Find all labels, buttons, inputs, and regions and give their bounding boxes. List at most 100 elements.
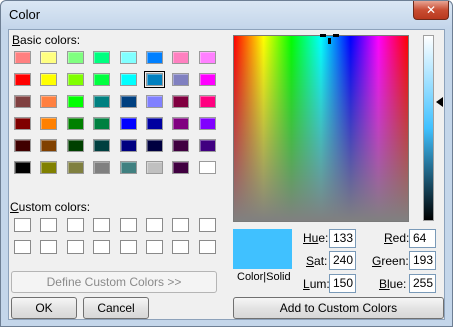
custom-color-swatch[interactable] — [93, 218, 111, 232]
basic-color-swatch[interactable] — [40, 95, 58, 108]
basic-color-swatch[interactable] — [66, 117, 84, 130]
basic-color-swatch[interactable] — [172, 117, 190, 130]
custom-color-swatch[interactable] — [198, 218, 216, 232]
ok-button[interactable]: OK — [11, 297, 77, 319]
basic-color-swatch[interactable] — [93, 117, 111, 130]
basic-color-swatch[interactable] — [119, 95, 137, 108]
basic-color-swatch[interactable] — [172, 51, 190, 64]
basic-color-swatch[interactable] — [172, 95, 190, 108]
basic-color-swatch[interactable] — [198, 139, 216, 152]
green-label-key: G — [372, 254, 382, 268]
sat-label-key: S — [306, 254, 315, 268]
custom-color-swatch[interactable] — [14, 240, 31, 254]
define-custom-colors-button[interactable]: Define Custom Colors >> — [11, 271, 217, 293]
cancel-button[interactable]: Cancel — [83, 297, 149, 319]
basic-color-swatch[interactable] — [40, 73, 58, 86]
color-solid-label: Color|Solid — [237, 271, 291, 283]
basic-color-swatch[interactable] — [119, 117, 137, 130]
basic-color-swatch[interactable] — [14, 95, 31, 108]
basic-color-swatch[interactable] — [14, 117, 31, 130]
basic-color-swatch[interactable] — [40, 139, 58, 152]
basic-color-swatch[interactable] — [66, 139, 84, 152]
basic-color-swatch[interactable] — [14, 51, 31, 64]
basic-color-swatch[interactable] — [198, 51, 216, 64]
basic-color-swatch[interactable] — [93, 95, 111, 108]
blue-label-rest: ue: — [389, 277, 407, 291]
hue-label-rest: e: — [318, 231, 329, 245]
custom-color-swatch[interactable] — [146, 218, 163, 232]
basic-color-swatch[interactable] — [172, 73, 190, 86]
basic-color-swatch[interactable] — [66, 161, 84, 174]
crosshair-icon — [320, 33, 340, 45]
red-label: Red: — [384, 231, 409, 245]
luminosity-bar[interactable] — [423, 35, 434, 221]
basic-color-swatch[interactable] — [66, 95, 84, 108]
custom-color-swatch[interactable] — [172, 240, 190, 254]
custom-color-swatch[interactable] — [198, 240, 216, 254]
custom-color-swatch[interactable] — [146, 240, 163, 254]
basic-color-swatch[interactable] — [14, 139, 31, 152]
sat-field[interactable]: 240 — [329, 251, 356, 270]
basic-color-swatch[interactable] — [93, 139, 111, 152]
basic-color-swatch[interactable] — [119, 51, 137, 64]
title-bar[interactable]: Color ✕ — [1, 1, 452, 29]
basic-color-swatch[interactable] — [146, 117, 163, 130]
basic-color-swatch[interactable] — [119, 73, 137, 86]
sat-label: Sat: — [306, 254, 327, 268]
basic-color-swatch[interactable] — [172, 161, 190, 174]
custom-color-swatch[interactable] — [93, 240, 111, 254]
basic-color-swatch[interactable] — [40, 51, 58, 64]
add-to-custom-colors-button[interactable]: Add to Custom Colors — [233, 297, 444, 319]
blue-label: Blue: — [379, 277, 406, 291]
hue-field[interactable]: 133 — [329, 229, 356, 248]
basic-color-swatch[interactable] — [198, 73, 216, 86]
color-spectrum[interactable] — [233, 35, 409, 222]
basic-color-swatch[interactable] — [14, 161, 31, 174]
basic-color-swatch[interactable] — [93, 73, 111, 86]
green-field[interactable]: 193 — [409, 251, 436, 270]
basic-colors-label-text: asic colors: — [20, 33, 81, 47]
red-label-key: R — [384, 231, 393, 245]
green-label-rest: reen: — [381, 254, 409, 268]
basic-color-swatch[interactable] — [172, 139, 190, 152]
hue-label: Hue: — [303, 231, 328, 245]
luminosity-slider-arrow-icon[interactable] — [436, 97, 443, 107]
custom-color-swatch[interactable] — [66, 218, 84, 232]
red-label-rest: ed: — [392, 231, 410, 245]
custom-color-swatch[interactable] — [119, 218, 137, 232]
lum-field[interactable]: 150 — [329, 274, 356, 293]
basic-color-swatch[interactable] — [198, 95, 216, 108]
basic-color-swatch[interactable] — [119, 139, 137, 152]
basic-color-swatch[interactable] — [144, 71, 165, 88]
sat-label-rest: at: — [314, 254, 328, 268]
basic-color-swatch[interactable] — [40, 161, 58, 174]
custom-color-swatch[interactable] — [40, 218, 58, 232]
basic-color-swatch[interactable] — [66, 73, 84, 86]
basic-color-swatch[interactable] — [66, 51, 84, 64]
basic-color-swatch[interactable] — [146, 139, 163, 152]
basic-color-swatch[interactable] — [93, 161, 111, 174]
red-field[interactable]: 64 — [409, 229, 436, 248]
basic-color-swatch[interactable] — [198, 161, 216, 174]
lum-label: Lum: — [303, 277, 330, 291]
custom-color-swatch[interactable] — [172, 218, 190, 232]
custom-color-swatch[interactable] — [119, 240, 137, 254]
basic-color-swatch[interactable] — [146, 95, 163, 108]
lum-label-rest: um: — [309, 277, 330, 291]
basic-color-swatch[interactable] — [40, 117, 58, 130]
close-button[interactable]: ✕ — [413, 1, 449, 20]
basic-colors-label: Basic colors: — [12, 33, 80, 47]
basic-color-swatch[interactable] — [146, 161, 163, 174]
blue-field[interactable]: 255 — [409, 274, 436, 293]
custom-color-swatch[interactable] — [14, 218, 31, 232]
basic-color-swatch[interactable] — [119, 161, 137, 174]
custom-color-swatch[interactable] — [40, 240, 58, 254]
basic-color-swatch[interactable] — [14, 73, 31, 86]
custom-color-swatch[interactable] — [66, 240, 84, 254]
basic-color-swatch[interactable] — [146, 51, 163, 64]
basic-color-swatch[interactable] — [198, 117, 216, 130]
color-preview — [233, 229, 292, 269]
basic-color-swatch[interactable] — [93, 51, 111, 64]
window-title: Color — [9, 7, 41, 22]
dialog-body: Basic colors: Custom colors: Define Cust… — [8, 29, 445, 320]
